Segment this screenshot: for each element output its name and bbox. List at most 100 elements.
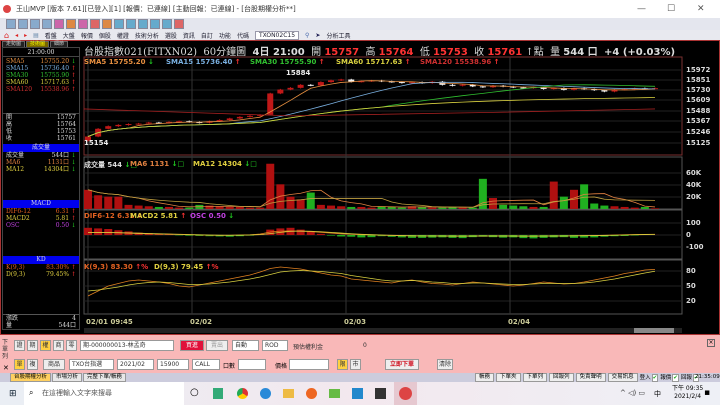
volume-axis-label: 20K [686, 193, 702, 201]
order-bar-title: 下單列 [2, 339, 9, 360]
volume-bar [235, 206, 244, 209]
month-select[interactable]: 2021/02 [117, 359, 154, 370]
edge-icon[interactable] [260, 388, 271, 399]
app-icon[interactable] [213, 388, 223, 399]
legend-arrow-icon: ↑ [234, 58, 241, 66]
candle [287, 87, 294, 90]
checkmark-icon: ✔ [672, 374, 679, 382]
status-button[interactable]: 回報列 [549, 373, 574, 382]
buy-button[interactable]: 買進 [180, 340, 204, 351]
account-type-button[interactable]: 權 [40, 340, 51, 351]
condition-select[interactable]: ROD [262, 340, 288, 351]
clock[interactable]: 下午 09:35 2021/2/4 [672, 385, 703, 401]
price-axis-label: 15488 [686, 107, 711, 115]
bottom-tab[interactable]: 台股期權分析 [10, 373, 52, 382]
candle [135, 123, 142, 125]
volume-bar [620, 206, 629, 209]
qty-label: 口數 [223, 363, 236, 370]
strike-select[interactable]: 15900 [157, 359, 189, 370]
status-button[interactable]: 交易訊息 [607, 373, 638, 382]
price-legend-item: SMA15 15736.40 ↑ [166, 58, 241, 66]
chrome-icon[interactable] [237, 388, 248, 399]
candle [145, 122, 152, 124]
taskbar-search-input[interactable]: 在這裡輸入文字來搜尋 [24, 382, 184, 405]
volume-bar [154, 206, 163, 209]
price-input[interactable] [289, 359, 329, 370]
scrollbar-thumb[interactable] [634, 328, 674, 333]
volume-bar [549, 181, 558, 209]
sell-button[interactable]: 賣出 [206, 340, 228, 351]
legend-text: SMA120 15538.96 [420, 58, 492, 66]
candle [277, 89, 284, 94]
firefox-icon[interactable] [306, 388, 317, 399]
product-select[interactable]: TXO台指選 [69, 359, 114, 370]
candle [297, 84, 304, 88]
status-button[interactable]: 下單列 [522, 373, 548, 382]
volume-legend-item: MA6 1131 ↓□ [130, 160, 184, 168]
chart-scrollbar[interactable] [84, 328, 682, 333]
legend-arrow-icon: ↑ [404, 58, 411, 66]
volume-axis-label: 40K [686, 181, 702, 189]
app-icon[interactable] [329, 389, 340, 398]
margin-value: 0 [363, 342, 367, 349]
combo-order-button[interactable]: 複 [27, 359, 38, 370]
volume-bar [114, 196, 123, 209]
account-select[interactable]: 期-000000013-林孟奇 [80, 340, 174, 351]
task-view-icon[interactable]: ○ [190, 387, 199, 398]
file-explorer-icon[interactable] [283, 389, 294, 398]
macd-legend-item: OSC 0.50 ↓ [190, 212, 234, 220]
trading-app-taskbar-button[interactable] [394, 382, 417, 405]
taskbar: ⊞ 在這裡輸入文字來搜尋 ⌕ ○ ^ ◁) ▭ 中 下午 09:35 2021/2… [0, 382, 720, 405]
ime-indicator[interactable]: 中 [654, 389, 661, 399]
product-button[interactable]: 商品 [43, 359, 65, 370]
windows-start-icon[interactable]: ⊞ [9, 389, 17, 399]
status-button[interactable]: 免責聲明 [575, 373, 606, 382]
account-type-button[interactable]: 零 [66, 340, 77, 351]
legend-text: MACD2 5.81 [130, 212, 178, 220]
clock-date: 2021/2/4 [674, 393, 702, 400]
osc-bar [94, 228, 103, 235]
legend-text: SMA30 15755.90 [250, 58, 317, 66]
system-tray-icons[interactable]: ^ ◁) ▭ [620, 389, 645, 397]
panel-close-icon[interactable]: × [707, 339, 715, 347]
price-axis-label: 15609 [686, 96, 711, 104]
candle [125, 124, 132, 126]
bottom-tab[interactable]: 完整下單/帳務 [83, 373, 126, 382]
status-button[interactable]: 帳務 [475, 373, 495, 382]
candle [338, 79, 345, 81]
osc-bar [296, 229, 305, 235]
price-axis-label: 15367 [686, 117, 711, 125]
account-type-button[interactable]: 商 [53, 340, 64, 351]
legend-arrow-icon: ↑ [180, 212, 187, 220]
status-button[interactable]: 下單夾 [496, 373, 521, 382]
account-type-button[interactable]: 證 [14, 340, 25, 351]
limit-button[interactable]: 限 [337, 359, 348, 370]
legend-text: SMA5 15755.20 [84, 58, 146, 66]
volume-bar [428, 207, 437, 209]
volume-bar [327, 205, 335, 209]
single-order-button[interactable]: 單 [14, 359, 25, 370]
date-axis-label: 02/02 [190, 318, 213, 326]
qty-input[interactable] [238, 359, 266, 370]
mode-select[interactable]: 自動 [232, 340, 259, 351]
volume-bar [489, 198, 497, 209]
bottom-tab[interactable]: 市場分析 [52, 373, 83, 382]
volume-legend-item: MA12 14304 ↓□ [193, 160, 257, 168]
market-button[interactable]: 市 [350, 359, 361, 370]
status-bar: 台股期權分析 市場分析 完整下單/帳務 帳務 下單夾 下單列 回報列 免責聲明 交易訊息 登入 ✔… [0, 373, 720, 382]
close-order-bar-icon[interactable]: ✕ [3, 364, 9, 372]
legend-arrow-icon: ↓□ [171, 160, 185, 168]
submit-order-button[interactable]: 立即下單 [385, 359, 419, 370]
kd-legend-item: K(9,3) 83.30 ↑% [84, 263, 148, 271]
store-icon[interactable] [375, 388, 386, 399]
clear-button[interactable]: 清除 [437, 359, 453, 370]
candle [226, 118, 233, 120]
date-axis-label: 02/04 [508, 318, 531, 326]
notification-icon[interactable]: ▪ [704, 388, 710, 398]
account-type-button[interactable]: 期 [27, 340, 38, 351]
sma-line [87, 80, 656, 137]
legend-text: DIF6-12 6.31 [84, 212, 135, 220]
volume-bar [306, 192, 315, 209]
call-put-select[interactable]: CALL [192, 359, 220, 370]
app-icon[interactable] [352, 388, 363, 399]
